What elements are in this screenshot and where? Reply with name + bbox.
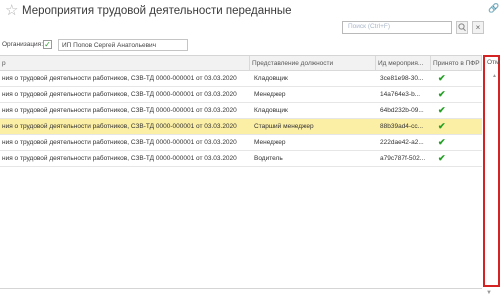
cell-event-id: 14a764e3-b... (380, 91, 421, 98)
table-header: р Представление должности Ид мероприя...… (0, 56, 482, 71)
column-header-document[interactable]: р (0, 56, 250, 71)
search-input[interactable]: Поиск (Ctrl+F) (342, 21, 452, 34)
scroll-down-icon[interactable]: ▼ (486, 290, 492, 296)
cell-event-id: a79c787f-502... (380, 155, 426, 162)
column-header-position[interactable]: Представление должности (250, 56, 376, 71)
organization-checkbox[interactable]: ✓ (43, 40, 52, 49)
table-row[interactable]: ния о трудовой деятельности работников, … (0, 135, 482, 151)
cell-position: Водитель (254, 155, 283, 162)
table-row[interactable]: ния о трудовой деятельности работников, … (0, 103, 482, 119)
cell-event-id: 222dae42-a2... (380, 139, 424, 146)
cell-event-id: 3ce81e98-30... (380, 75, 424, 82)
clear-search-button[interactable]: × (472, 21, 484, 34)
favorite-star-icon[interactable]: ☆ (5, 3, 18, 18)
window-title: Мероприятия трудовой деятельности переда… (22, 5, 292, 17)
scroll-up-icon[interactable]: ▲ (492, 73, 497, 79)
cell-position: Менеджер (254, 139, 286, 146)
cell-document: ния о трудовой деятельности работников, … (2, 139, 237, 146)
organization-label: Организация: (2, 41, 44, 48)
cell-document: ния о трудовой деятельности работников, … (2, 123, 237, 130)
cell-position: Менеджер (254, 91, 286, 98)
cell-document: ния о трудовой деятельности работников, … (2, 75, 237, 82)
accepted-check-icon: ✔ (438, 121, 446, 131)
cell-position: Кладовщик (254, 75, 288, 82)
cell-event-id: 88b39ad4-cc... (380, 123, 424, 130)
column-header-accepted[interactable]: Принято в ПФР (431, 56, 482, 71)
accepted-check-icon: ✔ (438, 137, 446, 147)
accepted-check-icon: ✔ (438, 105, 446, 115)
accepted-check-icon: ✔ (438, 89, 446, 99)
search-icon (458, 23, 466, 32)
search-button[interactable] (456, 21, 468, 34)
link-icon[interactable]: 🔗 (488, 3, 499, 14)
organization-field[interactable]: ИП Попов Сергей Анатольевич (58, 39, 188, 51)
table-row[interactable]: ния о трудовой деятельности работников, … (0, 71, 482, 87)
close-icon: × (475, 23, 481, 32)
table-row-selected[interactable]: ния о трудовой деятельности работников, … (0, 119, 482, 135)
column-header-event-id[interactable]: Ид мероприя... (376, 56, 431, 71)
search-placeholder: Поиск (Ctrl+F) (348, 23, 391, 30)
table-row[interactable]: ния о трудовой деятельности работников, … (0, 87, 482, 103)
cell-document: ния о трудовой деятельности работников, … (2, 155, 237, 162)
cell-document: ния о трудовой деятельности работников, … (2, 91, 237, 98)
highlighted-column: Отм ▲ (483, 55, 500, 287)
events-table: р Представление должности Ид мероприя...… (0, 55, 482, 289)
table-row[interactable]: ния о трудовой деятельности работников, … (0, 151, 482, 167)
cell-position: Старший менеджер (254, 123, 314, 130)
column-header-cancelled[interactable]: Отм (487, 59, 500, 66)
cell-event-id: 64bd232b-09... (380, 107, 424, 114)
title-bar: ☆ Мероприятия трудовой деятельности пере… (0, 0, 500, 36)
accepted-check-icon: ✔ (438, 153, 446, 163)
cell-document: ния о трудовой деятельности работников, … (2, 107, 237, 114)
cell-position: Кладовщик (254, 107, 288, 114)
accepted-check-icon: ✔ (438, 73, 446, 83)
